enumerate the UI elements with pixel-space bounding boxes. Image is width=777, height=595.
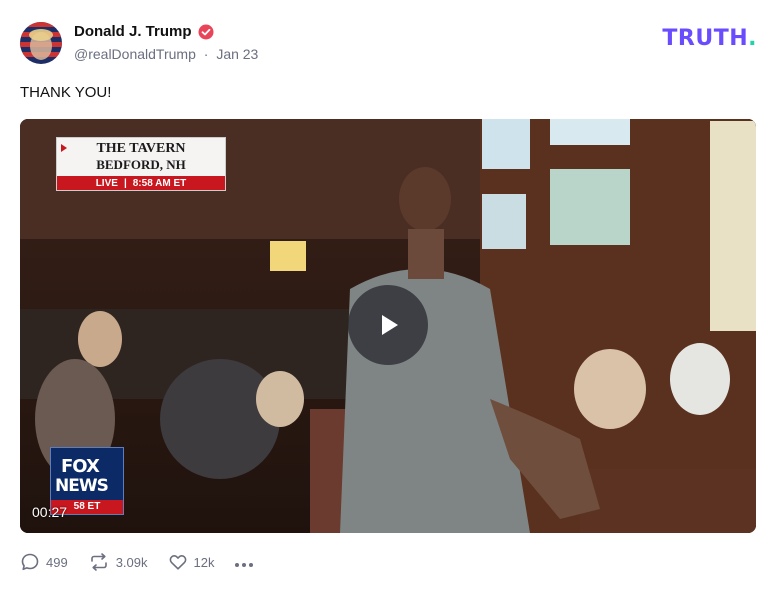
verified-badge-icon	[198, 24, 214, 40]
heart-icon	[169, 555, 186, 570]
post-date[interactable]: Jan 23	[216, 46, 258, 62]
lower-third-time: 8:58 AM ET	[132, 177, 187, 189]
lower-third-graphic: THE TAVERN BEDFORD, NH LIVE | 8:58 AM ET	[56, 137, 226, 191]
post-header: Donald J. Trump @realDonaldTrump · Jan 2…	[20, 20, 757, 64]
author-name[interactable]: Donald J. Trump	[74, 23, 192, 40]
meta-separator: ·	[203, 46, 209, 62]
post-actions: 499 3.09k 12k	[20, 552, 254, 572]
avatar[interactable]	[20, 22, 62, 64]
lower-third-line1: THE TAVERN	[96, 141, 186, 156]
speech-bubble-icon	[21, 553, 39, 571]
video-player[interactable]: THE TAVERN BEDFORD, NH LIVE | 8:58 AM ET…	[20, 119, 756, 533]
lower-third-line2: BEDFORD, NH	[96, 157, 186, 172]
truth-logo[interactable]: TRUTH.	[662, 26, 757, 51]
reply-count: 499	[46, 554, 68, 570]
play-icon	[382, 315, 398, 335]
like-count: 12k	[193, 554, 215, 570]
post-text: THANK YOU!	[20, 84, 112, 101]
play-button[interactable]	[348, 285, 428, 365]
video-duration: 00:27	[32, 504, 68, 520]
retruth-count: 3.09k	[115, 554, 148, 570]
repost-arrows-icon	[90, 553, 107, 571]
like-button[interactable]: 12k	[168, 552, 215, 572]
ellipsis-icon	[235, 562, 254, 567]
reply-button[interactable]: 499	[20, 552, 68, 572]
live-label: LIVE	[95, 177, 118, 189]
retruth-button[interactable]: 3.09k	[88, 552, 148, 572]
author-handle[interactable]: @realDonaldTrump	[74, 46, 196, 62]
more-options-button[interactable]	[234, 557, 254, 568]
